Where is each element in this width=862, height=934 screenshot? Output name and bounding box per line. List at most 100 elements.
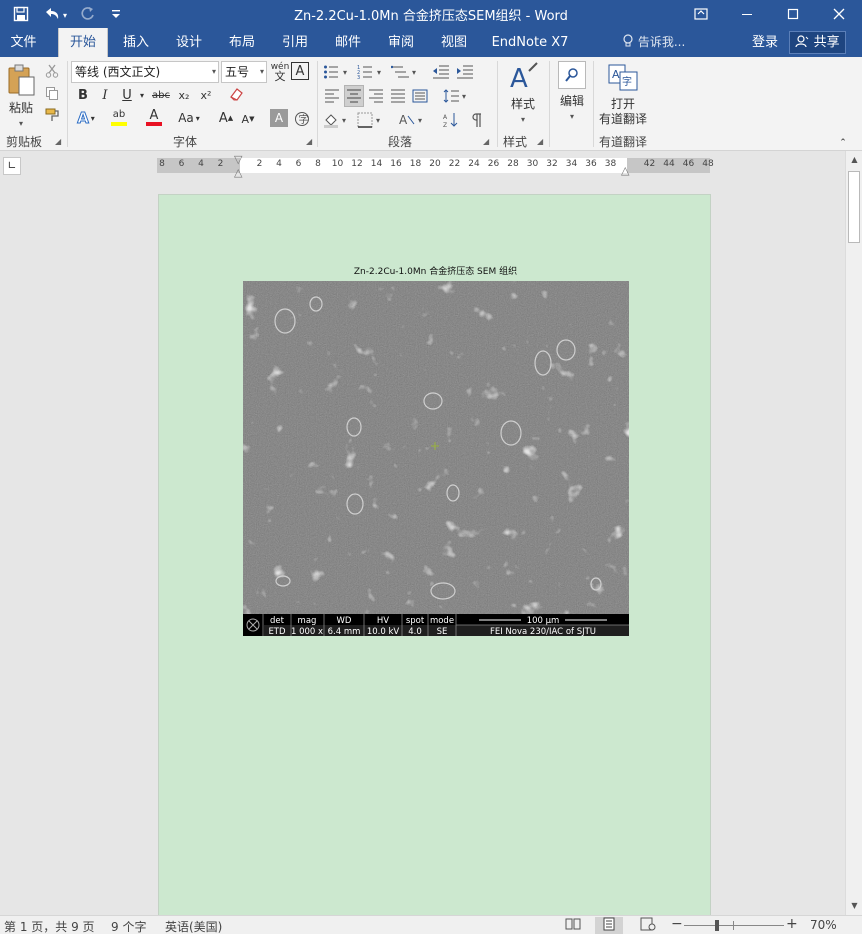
customize-qat-icon[interactable] — [108, 3, 124, 25]
undo-icon[interactable]: ▾ — [40, 3, 74, 25]
scroll-thumb[interactable] — [848, 171, 860, 243]
enclose-char-icon[interactable]: 字 — [292, 109, 312, 129]
sort-icon[interactable]: AZ — [440, 109, 462, 131]
change-case-button[interactable]: Aa ▾ — [173, 107, 205, 129]
sem-image[interactable]: det mag WD HV spot mode ETD 1 000 x 6.4 … — [243, 281, 629, 636]
redo-icon[interactable] — [77, 3, 99, 25]
align-center-icon[interactable] — [344, 85, 364, 107]
borders-icon[interactable]: ▾ — [356, 109, 386, 131]
ruler-number: 34 — [565, 159, 578, 169]
justify-icon[interactable] — [388, 85, 408, 107]
font-name-combo[interactable]: 等线 (西文正文) ▾ — [71, 61, 219, 83]
save-icon[interactable] — [8, 3, 34, 25]
svg-text:A: A — [399, 113, 408, 127]
clear-formatting-icon[interactable] — [226, 83, 246, 105]
share-button[interactable]: 共享 — [789, 31, 846, 54]
read-mode-icon[interactable] — [559, 917, 587, 934]
tab-home[interactable]: 开始 — [58, 28, 108, 57]
collapse-ribbon-icon[interactable]: ⌃ — [836, 137, 850, 149]
subscript-button[interactable]: x₂ — [174, 85, 194, 105]
superscript-button[interactable]: x² — [196, 85, 216, 105]
editing-button[interactable]: 编辑 ▾ — [553, 61, 591, 129]
font-color-button[interactable]: A — [139, 107, 169, 129]
chinese-layout-icon[interactable]: A ▾ — [398, 109, 428, 131]
underline-button[interactable]: U — [117, 85, 137, 105]
tell-me-box[interactable]: 告诉我... — [622, 28, 685, 57]
styles-button[interactable]: A 样式 ▾ — [502, 61, 544, 129]
highlight-button[interactable]: ab — [103, 107, 135, 129]
minimize-icon[interactable] — [724, 0, 770, 28]
phonetic-guide-button[interactable]: wén 文 — [270, 61, 290, 83]
char-border-button[interactable]: A — [291, 62, 309, 80]
char-shading-button[interactable]: A — [270, 109, 288, 127]
right-indent-marker[interactable]: △ — [621, 164, 629, 177]
tab-layout[interactable]: 布局 — [218, 28, 266, 57]
paste-button[interactable]: 粘贴 ▾ — [4, 63, 38, 128]
tab-references[interactable]: 引用 — [271, 28, 319, 57]
tab-mailings[interactable]: 邮件 — [324, 28, 372, 57]
print-layout-icon[interactable] — [595, 917, 623, 934]
line-spacing-icon[interactable]: ▾ — [441, 85, 471, 107]
numbering-icon[interactable]: 1 2 3 ▾ — [356, 61, 386, 83]
document-page[interactable]: Zn-2.2Cu-1.0Mn 合金挤压态 SEM 组织 det mag WD H… — [158, 194, 711, 915]
ruler-number: 32 — [546, 159, 558, 169]
show-marks-icon[interactable] — [466, 109, 488, 131]
group-divider — [317, 61, 318, 147]
tab-file[interactable]: 文件 — [0, 28, 47, 57]
increase-indent-icon[interactable] — [454, 61, 476, 83]
vertical-scrollbar[interactable]: ▲ ▼ — [845, 151, 862, 915]
underline-dropdown-icon[interactable]: ▾ — [137, 85, 147, 105]
bold-button[interactable]: B — [73, 85, 93, 105]
text-effects-button[interactable]: A ▾ — [73, 107, 99, 129]
page-count[interactable]: 第 1 页，共 9 页 — [4, 918, 95, 934]
hanging-indent-marker[interactable]: △ — [234, 166, 242, 179]
format-painter-icon[interactable] — [42, 105, 62, 125]
first-line-indent-marker[interactable]: ▽ — [234, 153, 242, 166]
italic-button[interactable]: I — [95, 85, 115, 105]
font-size-combo[interactable]: 五号 ▾ — [221, 61, 267, 83]
horizontal-ruler[interactable]: 8 6 4 2 2 4 6 8 10 12 14 16 18 20 22 24 26 28 30 32 34 36 38 42… — [157, 153, 714, 179]
maximize-icon[interactable] — [770, 0, 816, 28]
zoom-out-button[interactable]: − — [671, 916, 683, 932]
tab-review[interactable]: 审阅 — [377, 28, 425, 57]
chevron-down-icon: ▾ — [520, 115, 525, 124]
shading-icon[interactable]: ▾ — [322, 109, 352, 131]
font-launcher-icon[interactable]: ◢ — [306, 137, 312, 146]
paragraph-launcher-icon[interactable]: ◢ — [483, 137, 489, 146]
zoom-level[interactable]: 70% — [810, 918, 837, 932]
tab-endnote[interactable]: EndNote X7 — [486, 28, 574, 57]
paragraph-group-label: 段落 — [387, 135, 412, 149]
scroll-up-icon[interactable]: ▲ — [847, 152, 862, 168]
decrease-indent-icon[interactable] — [430, 61, 452, 83]
bullets-icon[interactable]: ▾ — [322, 61, 352, 83]
language-indicator[interactable]: 英语(美国) — [165, 918, 222, 934]
cut-icon[interactable] — [42, 61, 62, 81]
login-link[interactable]: 登录 — [752, 28, 778, 57]
grow-font-button[interactable]: A ▲ — [216, 107, 236, 129]
close-icon[interactable] — [816, 0, 862, 28]
zoom-slider-thumb[interactable] — [715, 920, 719, 931]
strikethrough-button[interactable]: abc — [150, 85, 172, 105]
ruler-number: 2 — [256, 159, 263, 169]
tab-design[interactable]: 设计 — [165, 28, 213, 57]
svg-text:▾: ▾ — [377, 68, 381, 77]
shrink-font-button[interactable]: A ▼ — [238, 109, 258, 129]
distributed-icon[interactable] — [410, 85, 430, 107]
zoom-slider-track[interactable] — [684, 925, 784, 926]
clipboard-launcher-icon[interactable]: ◢ — [55, 137, 61, 146]
ruler-number: 48 — [702, 159, 714, 169]
scroll-down-icon[interactable]: ▼ — [847, 898, 862, 914]
zoom-in-button[interactable]: + — [786, 916, 798, 932]
copy-icon[interactable] — [42, 83, 62, 103]
align-right-icon[interactable] — [366, 85, 386, 107]
multilevel-list-icon[interactable]: ▾ — [390, 61, 420, 83]
tab-selector[interactable]: ∟ — [3, 157, 21, 175]
tab-insert[interactable]: 插入 — [112, 28, 160, 57]
ribbon-display-icon[interactable] — [678, 0, 724, 28]
align-left-icon[interactable] — [322, 85, 342, 107]
word-count[interactable]: 9 个字 — [111, 918, 146, 934]
web-layout-icon[interactable] — [634, 917, 662, 934]
styles-launcher-icon[interactable]: ◢ — [537, 137, 543, 146]
tab-view[interactable]: 视图 — [430, 28, 478, 57]
youdao-translate-button[interactable]: A字 打开 有道翻译 — [596, 63, 650, 129]
